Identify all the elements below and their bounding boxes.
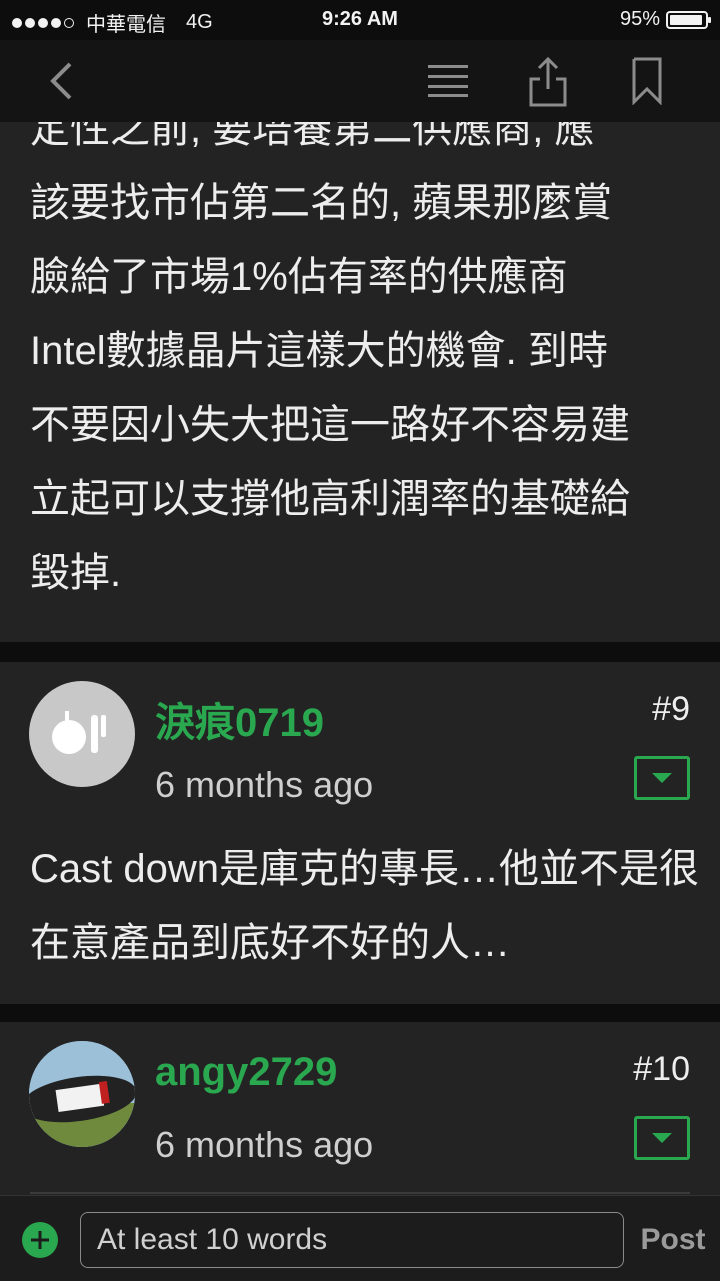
thread-content[interactable]: 定性之前, 要培養第二供應商, 應 該要找市佔第二名的, 蘋果那麼賞 臉給了市場… [0, 122, 720, 1195]
comment-floor-number: #10 [633, 1050, 690, 1088]
comment-body: Cast down是庫克的專長…他並不是很在意產品到底好不好的人… [30, 847, 699, 965]
comment-username[interactable]: 淚痕0719 [155, 690, 324, 748]
divider [30, 1192, 690, 1194]
menu-list-icon[interactable] [420, 40, 476, 122]
comment-options-button[interactable] [634, 756, 690, 800]
comment-username[interactable]: angy2729 [155, 1050, 337, 1095]
back-icon[interactable] [36, 40, 86, 122]
status-right: 95% [619, 8, 711, 31]
comment-time: 6 months ago [155, 764, 374, 805]
status-time: 9:26 AM [322, 8, 398, 30]
chevron-down-icon [652, 1133, 672, 1143]
comment-time: 6 months ago [155, 1124, 374, 1165]
post-card: 定性之前, 要培養第二供應商, 應 該要找市佔第二名的, 蘋果那麼賞 臉給了市場… [0, 122, 720, 642]
navigation-bar [0, 40, 720, 123]
post-button[interactable]: Post [638, 1212, 708, 1268]
battery-icon [666, 10, 711, 29]
chevron-down-icon [652, 773, 672, 783]
comment-card: 淚痕0719 6 months ago #9 Cast down是庫克的專長…他… [0, 662, 720, 1004]
battery-percent: 95% [619, 8, 660, 30]
comment-options-button[interactable] [634, 1116, 690, 1160]
comment-floor-number: #9 [652, 690, 690, 728]
post-text: 定性之前, 要培養第二供應商, 應 該要找市佔第二名的, 蘋果那麼賞 臉給了市場… [30, 122, 630, 595]
add-attachment-button[interactable] [22, 1222, 58, 1258]
avatar[interactable] [29, 1041, 135, 1147]
plus-icon [31, 1231, 49, 1249]
comment-card: angy2729 6 months ago #10 [0, 1022, 720, 1195]
status-bar: 中華電信 4G 9:26 AM 95% [0, 0, 720, 40]
avatar[interactable] [29, 681, 135, 787]
comment-input[interactable] [80, 1212, 624, 1268]
comment-composer: Post [0, 1192, 720, 1281]
bookmark-icon[interactable] [622, 40, 672, 122]
share-icon[interactable] [520, 40, 576, 122]
